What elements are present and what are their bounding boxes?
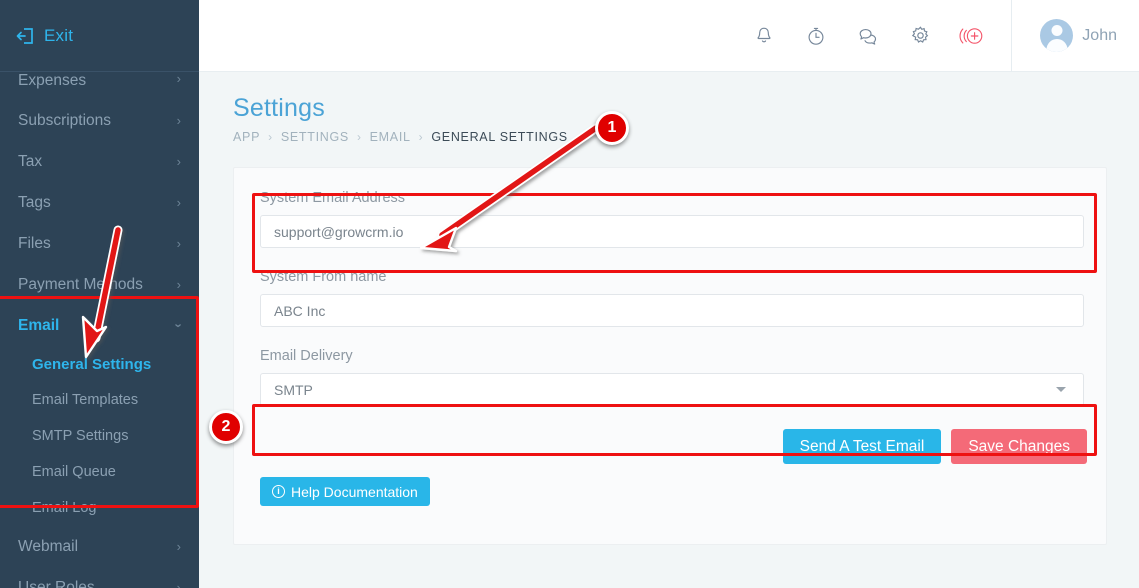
sign-out-icon (16, 26, 36, 46)
system-email-address-group: System Email Address support@growcrm.io (260, 190, 1088, 248)
user-name-label: John (1082, 27, 1117, 45)
annotation-badge-1: 1 (595, 111, 629, 145)
sidebar-nav: Expenses › Subscriptions › Tax › Tags › … (0, 72, 199, 588)
sidebar-subitem-label: Email Templates (32, 392, 138, 408)
sidebar-item-email-templates[interactable]: Email Templates (13, 382, 199, 418)
exit-label: Exit (44, 26, 73, 46)
sidebar-subitem-label: SMTP Settings (32, 428, 128, 444)
main-content: Settings APP › SETTINGS › EMAIL › GENERA… (199, 72, 1139, 588)
email-delivery-select[interactable]: SMTP (260, 373, 1084, 406)
chat-icon[interactable] (855, 23, 881, 49)
chevron-right-icon: › (268, 130, 273, 144)
sidebar-item-label: Subscriptions (18, 112, 111, 130)
system-email-address-value: support@growcrm.io (274, 224, 403, 240)
email-delivery-label: Email Delivery (260, 348, 1088, 364)
chevron-down-icon (1056, 387, 1066, 392)
system-from-name-input[interactable]: ABC Inc (260, 294, 1084, 327)
user-menu[interactable]: John (1012, 19, 1139, 52)
chevron-right-icon: › (419, 130, 424, 144)
breadcrumb-item-settings[interactable]: SETTINGS (281, 130, 349, 144)
sidebar-email-submenu: General Settings Email Templates SMTP Se… (0, 346, 199, 526)
email-delivery-group: Email Delivery SMTP (260, 348, 1088, 406)
sidebar-item-label: Expenses (18, 72, 86, 90)
chevron-right-icon: › (177, 155, 181, 168)
page-title: Settings (233, 94, 1105, 123)
chevron-right-icon: › (357, 130, 362, 144)
bell-icon[interactable] (751, 23, 777, 49)
sidebar-item-label: Email (18, 317, 59, 335)
settings-card: System Email Address support@growcrm.io … (233, 167, 1107, 545)
sidebar-item-files[interactable]: Files › (0, 223, 199, 264)
email-delivery-value: SMTP (274, 382, 313, 398)
chevron-right-icon: › (177, 196, 181, 209)
system-email-address-label: System Email Address (260, 190, 1088, 206)
application-window: Exit Expenses › Subscriptions › Tax › Ta… (0, 0, 1139, 588)
breadcrumb-item-general-settings: GENERAL SETTINGS (431, 130, 567, 144)
avatar (1040, 19, 1073, 52)
add-circle-icon[interactable] (959, 23, 985, 49)
sidebar-item-webmail[interactable]: Webmail › (0, 526, 199, 567)
chevron-right-icon: › (177, 114, 181, 127)
stopwatch-icon[interactable] (803, 23, 829, 49)
sidebar-item-label: Payment Methods (18, 276, 143, 294)
sidebar-item-label: Webmail (18, 538, 78, 556)
sidebar-item-label: User Roles (18, 579, 95, 588)
chevron-right-icon: › (177, 581, 181, 588)
chevron-down-icon: › (172, 323, 185, 327)
save-changes-button[interactable]: Save Changes (951, 429, 1087, 464)
help-documentation-label: Help Documentation (291, 484, 418, 500)
chevron-right-icon: › (177, 540, 181, 553)
sidebar-item-label: Tax (18, 153, 42, 171)
sidebar-subitem-label: Email Queue (32, 464, 116, 480)
sidebar-item-subscriptions[interactable]: Subscriptions › (0, 100, 199, 141)
breadcrumb-item-app[interactable]: APP (233, 130, 260, 144)
system-email-address-input[interactable]: support@growcrm.io (260, 215, 1084, 248)
sidebar-item-email-log[interactable]: Email Log (13, 490, 199, 526)
sidebar-item-tags[interactable]: Tags › (0, 182, 199, 223)
chevron-right-icon: › (177, 72, 181, 85)
system-from-name-value: ABC Inc (274, 303, 325, 319)
chevron-right-icon: › (177, 237, 181, 250)
sidebar-subitem-label: Email Log (32, 500, 96, 516)
exit-button[interactable]: Exit (0, 0, 199, 72)
info-icon: i (272, 485, 285, 498)
sidebar-item-user-roles[interactable]: User Roles › (0, 567, 199, 588)
sidebar-item-email-queue[interactable]: Email Queue (13, 454, 199, 490)
chevron-right-icon: › (177, 278, 181, 291)
sidebar-item-tax[interactable]: Tax › (0, 141, 199, 182)
sidebar-item-label: Tags (18, 194, 51, 212)
annotation-badge-2: 2 (209, 410, 243, 444)
header-icon-group (751, 23, 1011, 49)
sidebar-item-general-settings[interactable]: General Settings (13, 346, 199, 382)
sidebar-subitem-label: General Settings (32, 356, 151, 373)
form-action-buttons: Send A Test Email Save Changes (260, 429, 1088, 464)
top-header-bar: John (199, 0, 1139, 72)
sidebar-item-payment-methods[interactable]: Payment Methods › (0, 264, 199, 305)
gear-icon[interactable] (907, 23, 933, 49)
help-documentation-button[interactable]: i Help Documentation (260, 477, 430, 506)
sidebar-item-email[interactable]: Email › (0, 305, 199, 346)
sidebar-item-expenses[interactable]: Expenses › (0, 72, 199, 100)
sidebar-item-label: Files (18, 235, 51, 253)
system-from-name-group: System From name ABC Inc (260, 269, 1088, 327)
breadcrumb: APP › SETTINGS › EMAIL › GENERAL SETTING… (233, 130, 1105, 144)
breadcrumb-item-email[interactable]: EMAIL (370, 130, 411, 144)
sidebar: Exit Expenses › Subscriptions › Tax › Ta… (0, 0, 199, 588)
send-test-email-button[interactable]: Send A Test Email (783, 429, 942, 464)
system-from-name-label: System From name (260, 269, 1088, 285)
sidebar-item-smtp-settings[interactable]: SMTP Settings (13, 418, 199, 454)
